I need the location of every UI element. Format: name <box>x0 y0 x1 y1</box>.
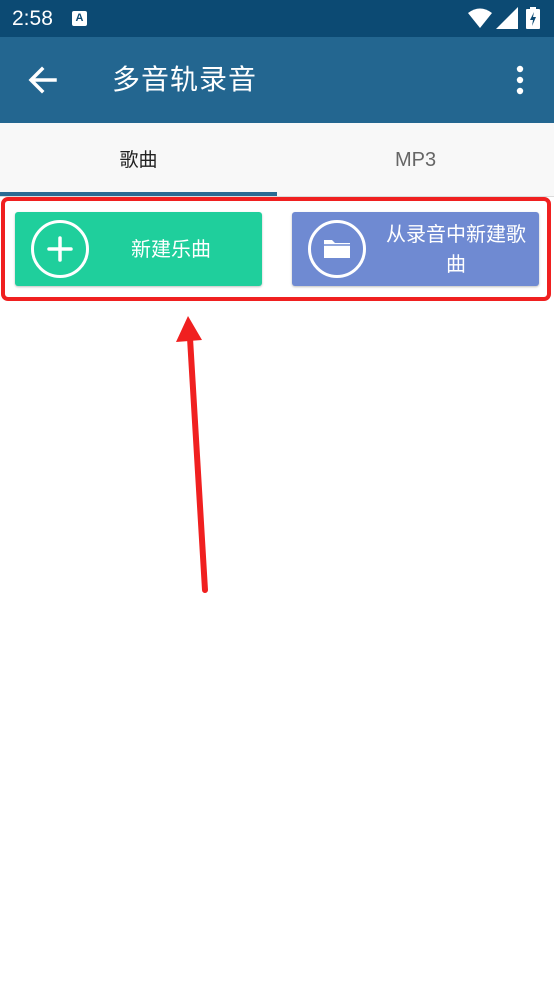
arrow-left-icon <box>28 66 57 94</box>
arrow-annotation-icon <box>176 316 208 593</box>
wifi-icon <box>468 8 492 28</box>
page-title: 多音轨录音 <box>112 63 258 96</box>
tab-mp3[interactable]: MP3 <box>277 123 554 197</box>
notification-icon: A <box>72 11 87 26</box>
battery-icon <box>526 7 540 29</box>
tab-songs[interactable]: 歌曲 <box>0 123 277 197</box>
folder-icon <box>308 220 366 278</box>
plus-circle-icon <box>31 220 89 278</box>
new-song-from-recording-label: 从录音中新建歌曲 <box>386 222 526 276</box>
new-song-label: 新建乐曲 <box>131 237 211 261</box>
back-button[interactable] <box>20 58 64 102</box>
new-song-from-recording-button[interactable]: 从录音中新建歌曲 <box>292 212 539 286</box>
status-time: 2:58 <box>12 7 53 30</box>
signal-icon <box>496 7 518 29</box>
notification-icon-letter: A <box>75 12 84 24</box>
more-vertical-icon <box>516 65 524 95</box>
tab-indicator <box>0 192 277 196</box>
new-song-button[interactable]: 新建乐曲 <box>15 212 262 286</box>
app-bar: 多音轨录音 <box>0 37 554 123</box>
more-options-button[interactable] <box>504 60 536 100</box>
tab-bar: 歌曲 MP3 <box>0 123 554 197</box>
status-bar: 2:58 A <box>0 0 554 37</box>
